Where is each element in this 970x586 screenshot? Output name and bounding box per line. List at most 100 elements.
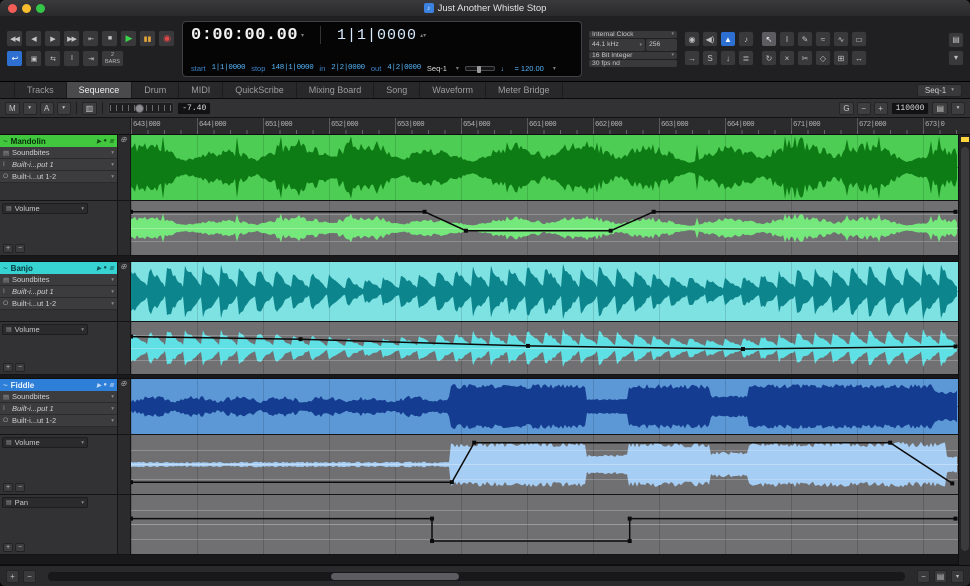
click-icon[interactable]: ♪ (738, 31, 754, 47)
input-select[interactable]: I Built-i...put 1 ▾ (0, 403, 117, 415)
soundbite-mandolin[interactable] (131, 135, 958, 200)
sequence-selector[interactable]: Seq-1 ▾ (917, 84, 962, 97)
zoom-in-button[interactable]: + (874, 102, 888, 115)
output-select[interactable]: O Built-i...ut 1-2 ▾ (0, 415, 117, 427)
close-button[interactable] (8, 4, 17, 13)
loop-button[interactable]: ↩ (6, 50, 23, 67)
input-select[interactable]: I Built-i...put 1 ▾ (0, 159, 117, 171)
remove-lane-button[interactable]: − (15, 483, 25, 492)
record-arm-icon[interactable]: ● (103, 382, 107, 389)
lane-type-select[interactable]: ▤ Volume ▾ (2, 203, 88, 214)
move-tool-icon[interactable]: ↔ (851, 50, 867, 66)
stop-value[interactable]: 148|1|0000 (271, 64, 313, 72)
minimize-button[interactable] (22, 4, 31, 13)
grid-tool-icon[interactable]: ⊞ (833, 50, 849, 66)
maximize-button[interactable] (36, 4, 45, 13)
rectangle-tool-icon[interactable]: ▭ (851, 31, 867, 47)
tab-quickscribe[interactable]: QuickScribe (223, 82, 297, 98)
automation-lane-volume[interactable] (131, 201, 958, 255)
g-button[interactable]: G (839, 102, 853, 115)
main-time-display[interactable]: 0:00:00.00 (191, 26, 298, 45)
zoom-icon[interactable]: ⊕ (120, 262, 127, 271)
automation-lane-pan[interactable] (131, 495, 958, 554)
record-arm-icon[interactable]: ● (103, 265, 107, 272)
sequence-select[interactable]: Seq-1 (427, 64, 447, 73)
track-name[interactable]: Fiddle (11, 381, 35, 390)
time-format-caret-icon[interactable]: ▾ (301, 32, 304, 39)
options-caret-icon[interactable]: ▾ (951, 570, 964, 583)
audition-icon[interactable]: ◀) (702, 31, 718, 47)
lane-type-select[interactable]: ▤ Volume ▾ (2, 437, 88, 448)
bars-beats-display[interactable]: 1|1|0000 (337, 27, 417, 44)
tempo-value[interactable]: = 120.00 (514, 64, 543, 73)
out-value[interactable]: 4|2|0000 (387, 64, 421, 72)
grid-icon[interactable]: ▤ (934, 570, 947, 583)
record-enable-icon[interactable]: ↓ (720, 50, 736, 66)
mic-icon[interactable]: ◉ (684, 31, 700, 47)
horizontal-scroll-thumb[interactable] (331, 573, 460, 580)
rotate-tool-icon[interactable]: ↻ (761, 50, 777, 66)
rewind-button[interactable]: ◀◀ (6, 30, 23, 47)
collapse-toggle[interactable]: ~ (3, 137, 8, 146)
vertical-scrollbar[interactable] (958, 135, 970, 565)
soundbites-select[interactable]: ▤ Soundbites ▾ (0, 274, 117, 286)
add-lane-button[interactable]: + (3, 483, 13, 492)
track-name[interactable]: Banjo (11, 264, 33, 273)
metronome-icon[interactable]: ▲ (720, 31, 736, 47)
zoom-icon[interactable]: ⊕ (120, 135, 127, 144)
pointer-tool-icon[interactable]: ↖ (761, 31, 777, 47)
step-back-button[interactable]: ◀ (25, 30, 42, 47)
zoom-value[interactable]: 110000 (891, 102, 930, 115)
soundbite-banjo[interactable] (131, 262, 958, 321)
tab-sequence[interactable]: Sequence (67, 82, 133, 98)
soundbites-select[interactable]: ▤ Soundbites ▾ (0, 391, 117, 403)
track-height-icon[interactable]: ▥ (82, 102, 98, 115)
play-enable-icon[interactable]: ▶ (97, 138, 102, 145)
collapse-toggle[interactable]: ~ (3, 381, 8, 390)
remove-lane-button[interactable]: − (15, 363, 25, 372)
in-value[interactable]: 2|2|0000 (331, 64, 365, 72)
automation-lane-volume[interactable] (131, 435, 958, 494)
waveform-scale-ruler[interactable] (108, 102, 174, 114)
a-caret-icon[interactable]: ▾ (57, 102, 71, 115)
pencil-tool-icon[interactable]: ✎ (797, 31, 813, 47)
track-titlebar[interactable]: ~ Mandolin ▶●≣ (0, 135, 117, 147)
add-lane-button[interactable]: + (3, 543, 13, 552)
record-arm-icon[interactable]: ● (103, 138, 107, 145)
delete-tool-icon[interactable]: × (779, 50, 795, 66)
zoom-out-button[interactable]: − (857, 102, 871, 115)
solo-icon[interactable]: S (702, 50, 718, 66)
automation-lane-volume[interactable] (131, 322, 958, 374)
add-lane-button[interactable]: + (3, 363, 13, 372)
track-menu-icon[interactable]: ≣ (109, 265, 114, 272)
remove-lane-button[interactable]: − (15, 244, 25, 253)
scale-knob[interactable] (135, 104, 144, 113)
return-to-start-button[interactable]: ⇤ (82, 30, 99, 47)
time-ruler[interactable]: 643|000 644|000 651|000 652|000 653|000 … (0, 118, 970, 135)
zoom-out-icon[interactable]: − (917, 570, 930, 583)
wave-tool-icon[interactable]: ∿ (833, 31, 849, 47)
sequence-caret-icon[interactable]: ▾ (456, 65, 459, 72)
tab-tracks[interactable]: Tracks (14, 82, 67, 98)
play-enable-icon[interactable]: ▶ (97, 265, 102, 272)
track-name[interactable]: Mandolin (11, 137, 46, 146)
fast-forward-button[interactable]: ▶▶ (63, 30, 80, 47)
input-select[interactable]: I Built-i...put 1 ▾ (0, 286, 117, 298)
volume-automation-line[interactable] (131, 435, 958, 494)
zoom-icon[interactable]: ⊕ (120, 379, 127, 388)
memory-bars-button[interactable]: 2 BARS (101, 50, 124, 67)
tab-mixing-board[interactable]: Mixing Board (297, 82, 375, 98)
record-button[interactable]: ◉ (158, 30, 175, 47)
play-enable-icon[interactable]: ▶ (97, 382, 102, 389)
tempo-slider[interactable] (465, 66, 495, 71)
layout-menu-icon[interactable]: ▤ (948, 32, 964, 48)
a-button[interactable]: A (40, 102, 54, 115)
lane-type-select[interactable]: ▤ Pan ▾ (2, 497, 88, 508)
track-titlebar[interactable]: ~ Fiddle ▶●≣ (0, 379, 117, 391)
tab-song[interactable]: Song (374, 82, 420, 98)
grid-view-icon[interactable]: ▤ (932, 102, 948, 115)
scissors-tool-icon[interactable]: ✂ (797, 50, 813, 66)
pause-button[interactable]: ▮▮ (139, 30, 156, 47)
tab-midi[interactable]: MIDI (179, 82, 223, 98)
tab-meter-bridge[interactable]: Meter Bridge (486, 82, 563, 98)
